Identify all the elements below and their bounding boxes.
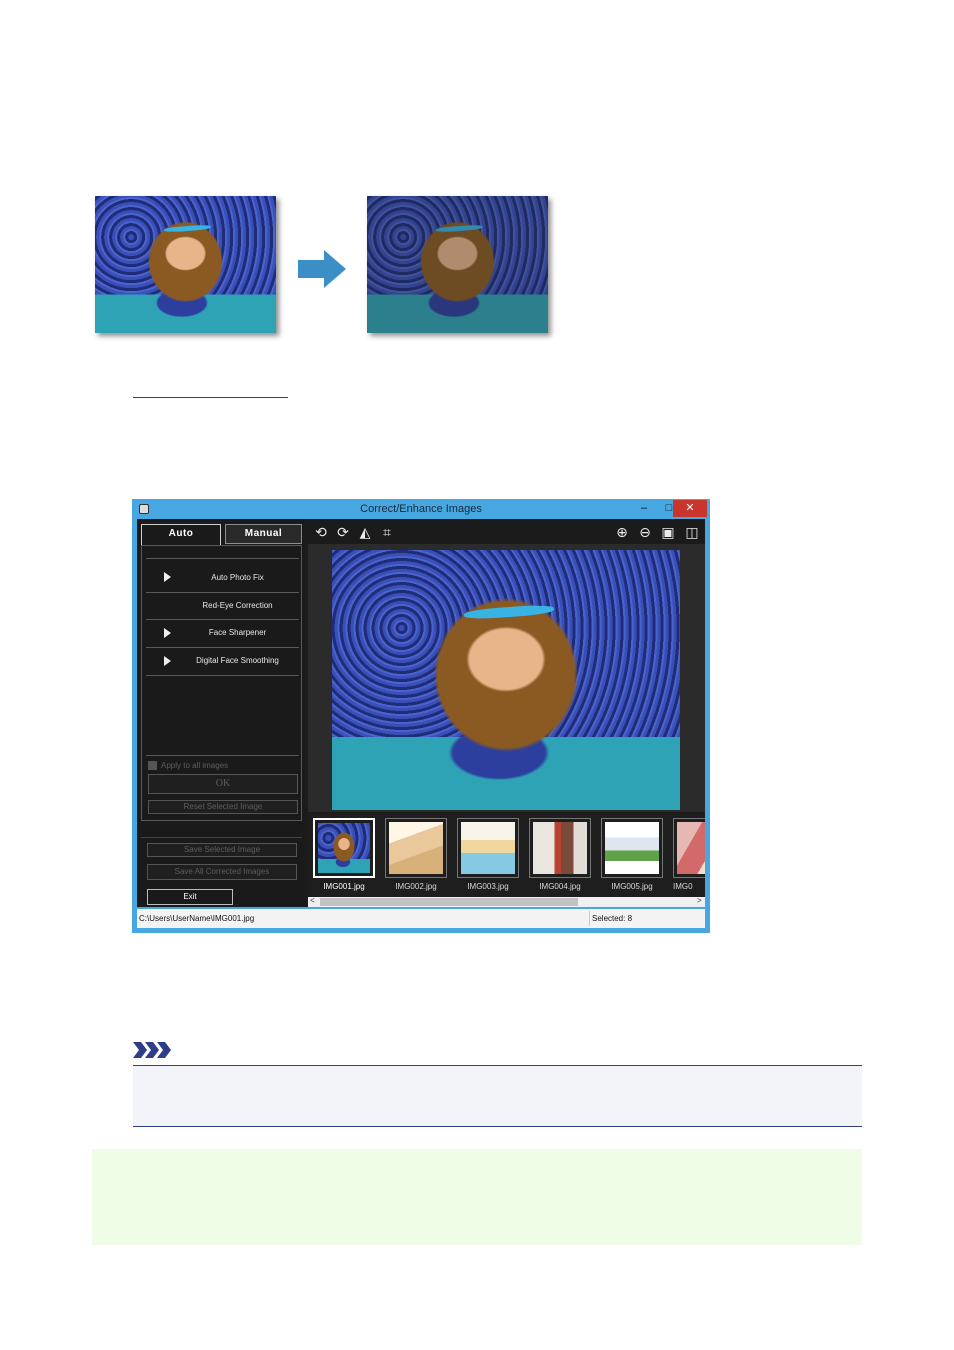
auto-photo-fix-row[interactable]: Auto Photo Fix (146, 558, 299, 592)
tab-manual[interactable]: Manual (225, 524, 302, 544)
scrollbar-thumb[interactable] (320, 898, 578, 906)
scroll-right-arrow-icon[interactable]: > (697, 896, 702, 905)
thumbnail-label: IMG005.jpg (611, 882, 653, 891)
ok-button[interactable]: OK (148, 774, 298, 794)
auto-photo-fix-label: Auto Photo Fix (211, 573, 264, 582)
image-preview-area (308, 544, 705, 812)
thumbnail-label: IMG004.jpg (539, 882, 581, 891)
exit-button[interactable]: Exit (147, 889, 233, 905)
arrow-right-icon (298, 250, 346, 288)
close-button[interactable]: ✕ (673, 500, 707, 517)
thumbnail[interactable] (385, 818, 447, 878)
thumbnail-image (677, 822, 705, 874)
link-underline[interactable] (133, 383, 288, 398)
expand-triangle-icon[interactable] (164, 572, 171, 582)
auto-tab-panel: Auto Photo Fix Red-Eye Correction Face S… (141, 545, 302, 821)
selected-count: Selected: 8 (592, 914, 633, 923)
thumbnail[interactable] (673, 818, 705, 878)
scroll-left-arrow-icon[interactable]: < (310, 896, 315, 905)
image-toolbar: ⟲ ⟳ ◭ ⌗ ⊕ ⊖ ▣ ◫ (308, 519, 705, 544)
save-selected-image-button[interactable]: Save Selected Image (147, 843, 297, 857)
save-all-corrected-images-button[interactable]: Save All Corrected Images (147, 864, 297, 880)
file-path: C:\Users\UserName\IMG001.jpg (139, 914, 255, 923)
thumbnail[interactable] (601, 818, 663, 878)
thumbnail-image (605, 822, 659, 874)
rotate-left-icon[interactable]: ⟲ (312, 523, 330, 541)
window-title: Correct/Enhance Images (360, 503, 482, 515)
rotate-right-icon[interactable]: ⟳ (334, 523, 352, 541)
after-photo (367, 196, 548, 333)
thumbnail-image (318, 823, 370, 873)
full-screen-icon[interactable]: ▣ (659, 523, 677, 541)
thumbnail-label: IMG001.jpg (323, 882, 365, 891)
before-photo (95, 196, 276, 333)
note-box (133, 1065, 862, 1127)
thumbnail[interactable] (457, 818, 519, 878)
face-sharpener-row[interactable]: Face Sharpener (146, 619, 299, 647)
title-bar: Correct/Enhance Images – □ ✕ (132, 499, 710, 519)
red-eye-correction-row[interactable]: Red-Eye Correction (146, 592, 299, 619)
panel-divider (146, 755, 299, 756)
apply-all-checkbox[interactable] (148, 761, 157, 770)
thumbnail-image (533, 822, 587, 874)
thumbnail-image (389, 822, 443, 874)
compare-icon[interactable]: ◫ (683, 523, 701, 541)
apply-all-label: Apply to all images (161, 761, 229, 770)
correct-enhance-window: Correct/Enhance Images – □ ✕ Manual Auto… (132, 499, 710, 933)
thumbnail-scrollbar[interactable]: < > (308, 896, 705, 907)
info-box (92, 1149, 862, 1245)
tab-auto[interactable]: Auto (141, 524, 221, 546)
correction-panel: Manual Auto Auto Photo Fix Red-Eye Corre… (137, 519, 305, 907)
crop-icon[interactable]: ⌗ (378, 523, 396, 541)
digital-face-smoothing-row[interactable]: Digital Face Smoothing (146, 647, 299, 676)
red-eye-correction-label: Red-Eye Correction (202, 601, 273, 610)
reset-selected-image-button[interactable]: Reset Selected Image (148, 800, 298, 814)
window-client: Manual Auto Auto Photo Fix Red-Eye Corre… (137, 519, 705, 907)
thumbnail-label: IMG0 (673, 882, 693, 891)
status-bar: C:\Users\UserName\IMG001.jpg Selected: 8 (137, 909, 705, 928)
thumbnail[interactable] (529, 818, 591, 878)
zoom-out-icon[interactable]: ⊖ (636, 523, 654, 541)
expand-triangle-icon[interactable] (164, 656, 171, 666)
thumbnail-label: IMG003.jpg (467, 882, 509, 891)
minimize-button[interactable]: – (632, 500, 656, 517)
face-sharpener-label: Face Sharpener (208, 628, 267, 637)
thumbnail-image (461, 822, 515, 874)
preview-image (332, 550, 680, 810)
thumbnail-label: IMG002.jpg (395, 882, 437, 891)
note-chevrons-icon (133, 1042, 171, 1058)
flip-icon[interactable]: ◭ (356, 523, 374, 541)
thumbnail[interactable] (313, 818, 375, 878)
digital-face-smoothing-label: Digital Face Smoothing (196, 656, 279, 665)
zoom-in-icon[interactable]: ⊕ (613, 523, 631, 541)
thumbnail-strip: IMG001.jpg IMG002.jpg IMG003.jpg IMG004.… (308, 813, 705, 897)
status-separator (589, 911, 590, 926)
expand-triangle-icon[interactable] (164, 628, 171, 638)
